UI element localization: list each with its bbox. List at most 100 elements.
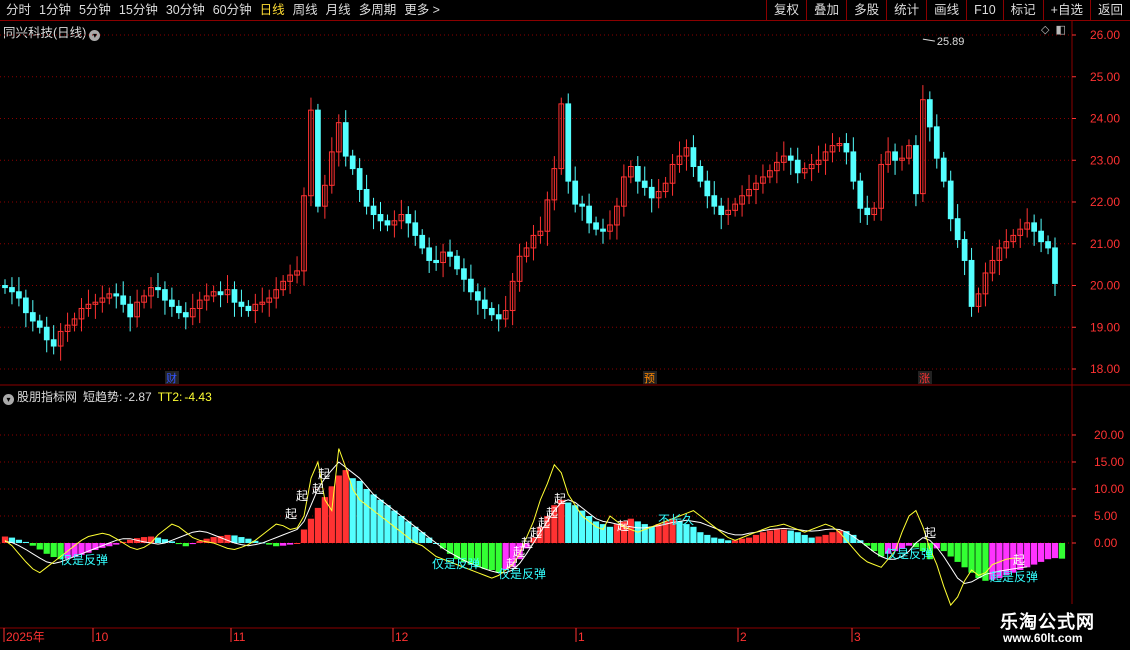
candle-body [127,303,134,318]
event-marker-2: 涨 [919,372,930,385]
indicator-bar [606,526,614,543]
indicator-bar [641,524,648,543]
candle-body [342,122,349,157]
indicator-bar [752,534,760,543]
candle-body [315,109,321,207]
indicator-bar [738,538,746,543]
date-tick-label: 3 [854,630,861,644]
candle-body [850,151,857,182]
event-marker-0: 财 [166,371,177,385]
date-tick-label: 10 [95,630,109,644]
price-tick-label: 22.00 [1090,195,1120,209]
signal-annotation: 起 [924,526,936,540]
indicator-bar [22,541,29,543]
indicator-bar [210,537,217,543]
indicator-bar [801,534,808,543]
signal-annotation: 起 [1013,553,1025,567]
price-tick-label: 26.00 [1090,28,1120,42]
indicator-tick-label: 15.00 [1094,455,1124,469]
candle-body [50,339,57,347]
indicator-bar [36,543,43,550]
candle-body [572,180,579,205]
watermark-url: www.60lt.com [1003,631,1083,645]
signal-annotation: 仅是反弹 [432,557,480,571]
candle-body [461,268,467,280]
price-tick-label: 21.00 [1090,237,1120,251]
candle-body [690,147,697,168]
tt2-label: TT2: [157,390,183,404]
indicator-tick-label: 10.00 [1094,482,1124,496]
indicator-bar [363,489,370,543]
candle-body [913,145,919,195]
indicator-bar [286,543,294,545]
event-marker-1: 预 [644,372,655,385]
indicator-bar [725,540,732,543]
candle-body [9,287,15,293]
candle-body [634,166,641,182]
indicator-bar [335,475,342,543]
candle-body [468,278,474,293]
candle-body [933,126,940,159]
indicator-bar [384,505,391,543]
candle-body [356,168,363,190]
candle-body [704,180,711,197]
indicator-bar [273,543,280,547]
candle-body [447,251,453,257]
indicator-bar [794,532,801,543]
indicator-bar [745,537,753,543]
indicator-bar [1058,543,1066,559]
indicator-bar [718,538,725,543]
indicator-bar [280,543,287,546]
high-marker-line [922,38,935,42]
candle-body [113,293,120,297]
indicator-bar [1051,543,1059,559]
candle-body [245,305,252,312]
candle-body [349,155,356,170]
indicator-bar [182,543,189,547]
signal-annotation: 起是反弹 [990,570,1038,584]
candle-body [169,299,175,307]
candle-body [238,301,245,307]
candle-body [495,314,502,320]
date-tick-label: 1 [578,630,585,644]
indicator-bar [648,526,655,543]
candle-body [600,228,606,232]
indicator-bar [704,534,711,543]
candle-body [155,287,161,291]
candle-body [718,205,725,216]
signal-annotation: 仅是反弹 [60,553,108,567]
price-tick-label: 24.00 [1090,112,1120,126]
price-tick-label: 18.00 [1090,362,1120,376]
signal-annotation: 起 [285,507,297,521]
indicator-bar [822,534,829,543]
signal-annotation: 不长久 [658,513,694,527]
tt2-value: -4.43 [184,390,212,404]
candle-body [864,207,871,216]
signal-annotation: 起 [554,492,566,506]
candle-body [968,259,975,307]
candle-body [43,326,50,341]
candle-body [586,205,592,224]
indicator-menu-icon[interactable]: ▾ [3,394,14,405]
indicator-bar [43,543,50,554]
candle-body [370,205,377,216]
short-trend-value: -2.87 [124,390,152,404]
indicator-bar [975,543,982,579]
signal-annotation: 起 [617,519,629,533]
candle-body [231,289,238,303]
candle-body [182,312,189,318]
indicator-bar [50,543,57,558]
indicator-bar [412,526,419,543]
indicator-bar [565,502,572,543]
indicator-name: 股朋指标网 [17,390,78,404]
indicator-bar [572,505,579,543]
indicator-bar [780,529,787,543]
kline-chart[interactable]: 26.0025.0024.0023.0022.0021.0020.0019.00… [0,0,1130,650]
indicator-bar [189,543,196,545]
candle-body [954,218,961,241]
candle-body [648,186,655,199]
signal-annotation: 起 [296,489,308,503]
candle-body [419,234,426,249]
candle-body [961,239,968,261]
indicator-tick-label: 5.00 [1094,509,1118,523]
